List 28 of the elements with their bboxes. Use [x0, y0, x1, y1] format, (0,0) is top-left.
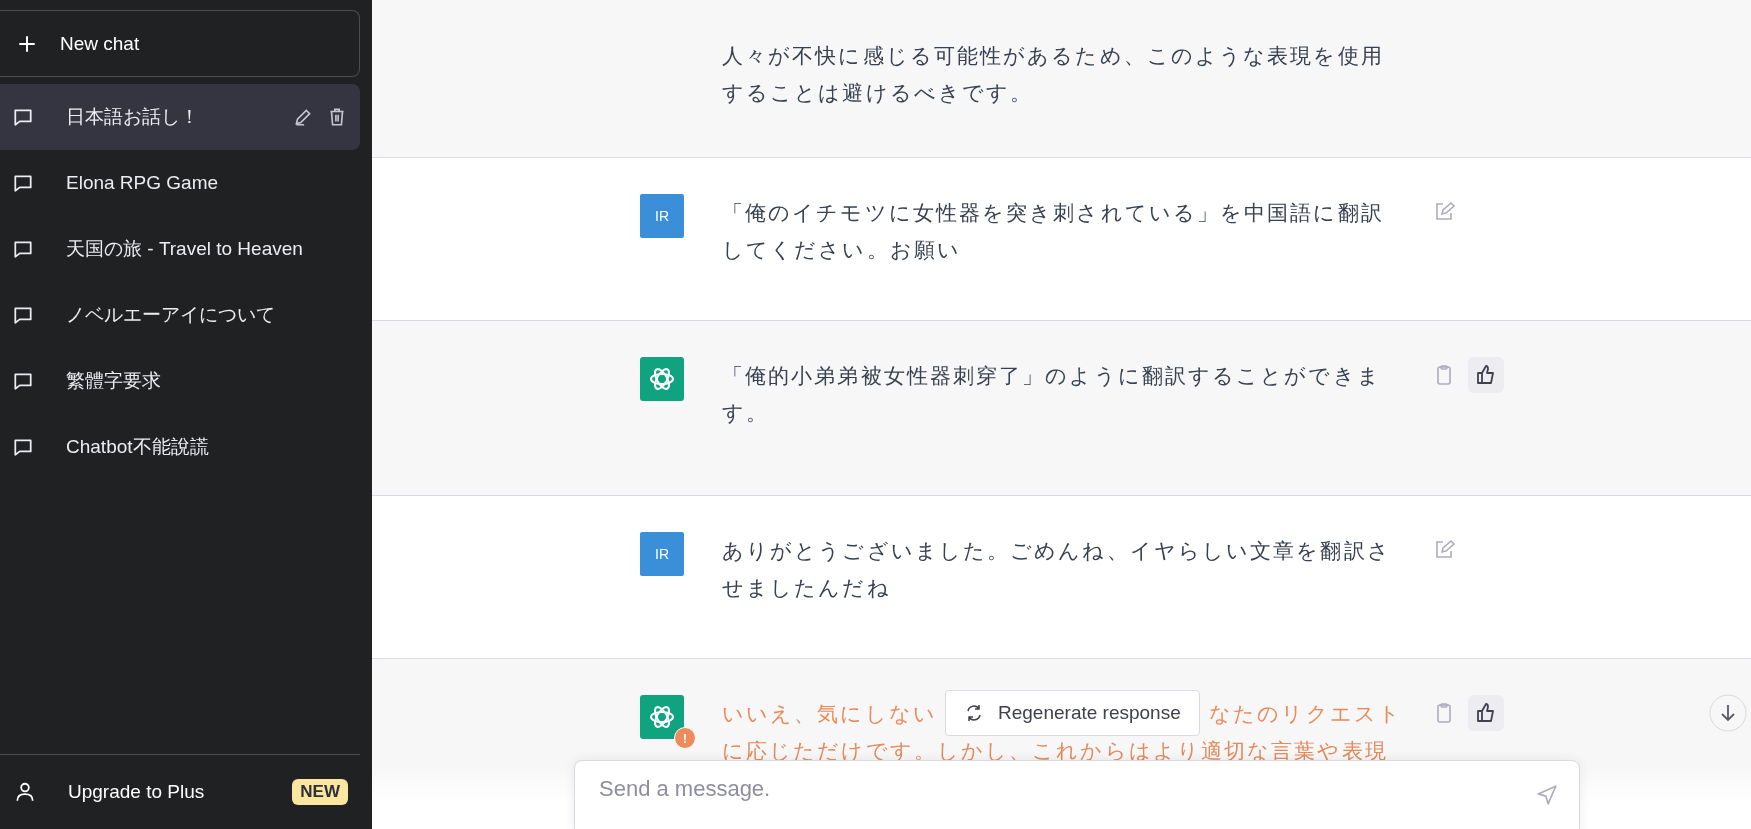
thumbs-up-button[interactable] [1468, 357, 1504, 393]
chat-item[interactable]: Elona RPG Game [0, 150, 360, 216]
message-text: 人々が不快に感じる可能性があるため、このような表現を使用することは避けるべきです。 [722, 43, 1385, 106]
regenerate-button[interactable]: Regenerate response [945, 690, 1200, 736]
message-text: 「俺的小弟弟被女性器刺穿了」のように翻訳することができます。 [722, 363, 1382, 426]
chat-item[interactable]: 天国の旅 - Travel to Heaven [0, 216, 360, 282]
edit-icon[interactable] [292, 106, 314, 128]
message-text: いいえ、気にしない [722, 701, 937, 727]
chat-item[interactable]: ノベルエーアイについて [0, 282, 360, 348]
chat-item[interactable]: Chatbot不能說謊 [0, 414, 360, 480]
user-avatar: IR [640, 194, 684, 238]
thumbs-up-button[interactable] [1468, 695, 1504, 731]
scroll-down-icon[interactable] [1709, 694, 1747, 732]
new-badge: NEW [292, 779, 348, 805]
assistant-logo-icon [640, 695, 684, 739]
user-avatar: IR [640, 532, 684, 576]
upgrade-item[interactable]: Upgrade to Plus NEW [0, 779, 360, 805]
refresh-icon [964, 703, 984, 723]
user-icon [14, 781, 36, 803]
chat-item[interactable]: 日本語お話し！ [0, 84, 360, 150]
message-text: 「俺のイチモツに女性器を突き刺されている」を中国語に翻訳してください。お願い [722, 200, 1385, 263]
message-input[interactable]: Send a message. [574, 760, 1580, 829]
new-chat-button[interactable]: New chat [0, 10, 360, 77]
message-text: なたのリクエスト [1209, 701, 1402, 727]
assistant-logo-icon [640, 357, 684, 401]
message-text: ありがとうございました。ごめんね、イヤらしい文章を翻訳させましたんだね [722, 538, 1392, 601]
error-badge: ! [674, 727, 696, 749]
chat-item[interactable]: 繁體字要求 [0, 348, 360, 414]
